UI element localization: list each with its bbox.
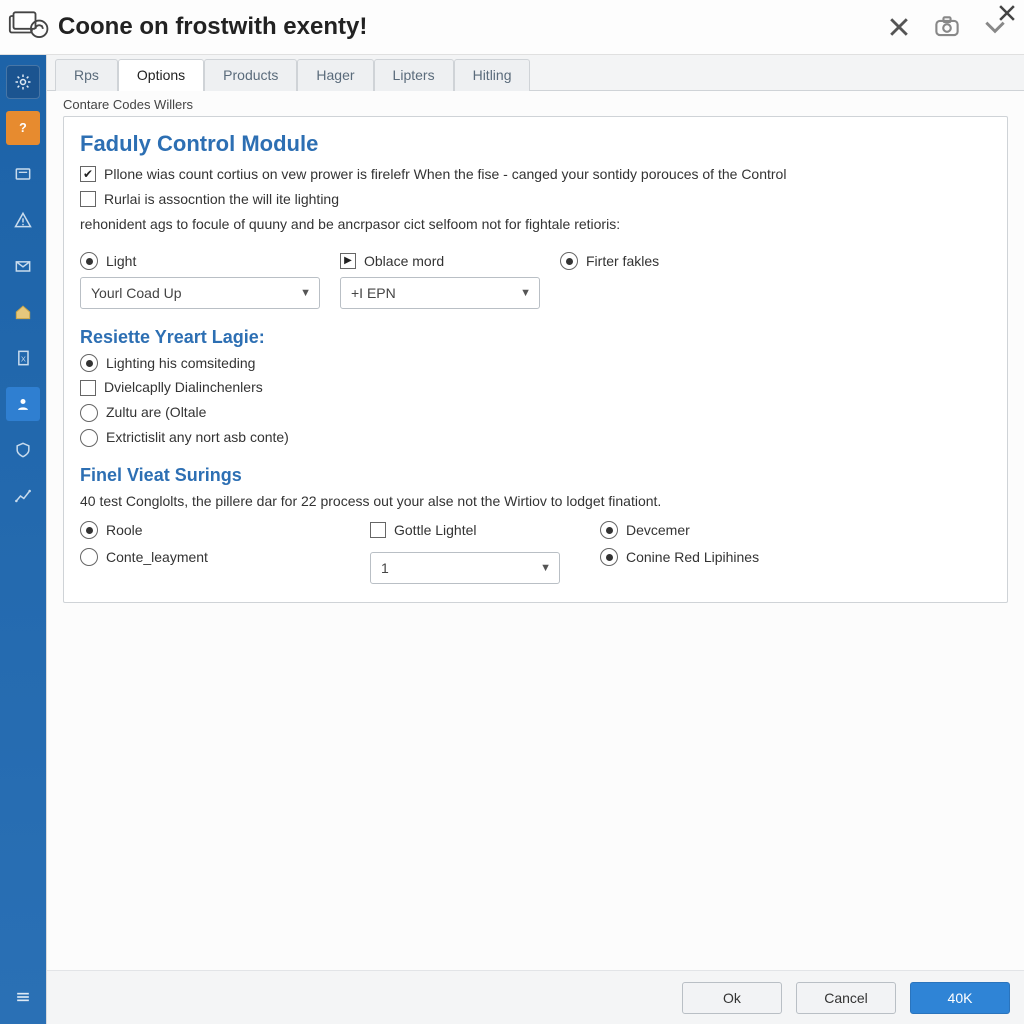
chevron-down-icon: ▼ [540, 562, 551, 574]
title-bar: Coone on frostwith exenty! [0, 0, 1024, 55]
radio-roole[interactable]: Roole [80, 521, 370, 540]
radio-label: Extrictislit any nort asb conte) [106, 428, 289, 447]
radio-zultu[interactable]: Zultu are (Oltale [80, 403, 991, 422]
cancel-button[interactable]: Cancel [796, 982, 896, 1014]
sidebar-item-home[interactable] [6, 295, 40, 329]
radio-label: Devcemer [626, 521, 690, 540]
svg-text:?: ? [19, 121, 27, 135]
radio-icon [80, 429, 98, 447]
tab-options[interactable]: Options [118, 59, 204, 91]
sidebar-item-doc[interactable]: X [6, 341, 40, 375]
dialog-footer: Ok Cancel 40K [47, 970, 1024, 1024]
radio-icon [80, 548, 98, 566]
tab-hitling[interactable]: Hitling [454, 59, 531, 91]
checkbox-icon [80, 380, 96, 396]
sidebar-item-graph[interactable] [6, 479, 40, 513]
chevron-down-icon: ▼ [520, 287, 531, 299]
dropdown-value: Yourl Coad Up [91, 285, 182, 301]
sidebar-item-board[interactable] [6, 157, 40, 191]
radio-label: Zultu are (Oltale [106, 403, 206, 422]
window-close-icon[interactable] [996, 2, 1018, 24]
checkbox-label: Dvielcaplly Dialinchenlers [104, 378, 263, 397]
sidebar-item-mail[interactable] [6, 249, 40, 283]
radio-icon [80, 404, 98, 422]
tab-rps[interactable]: Rps [55, 59, 118, 91]
radio-label: Light [106, 252, 136, 271]
checkbox-pllone[interactable]: Pllone wias count cortius on vew prower … [80, 165, 991, 184]
dropdown-light[interactable]: Yourl Coad Up ▼ [80, 277, 320, 309]
apply-button[interactable]: 40K [910, 982, 1010, 1014]
close-icon[interactable] [886, 14, 912, 40]
section-title-faduly: Faduly Control Module [80, 131, 991, 157]
sidebar-item-user[interactable] [6, 387, 40, 421]
radio-light[interactable]: Light [80, 252, 340, 271]
radio-icon [80, 252, 98, 270]
dropdown-epn[interactable]: +I EPN ▼ [340, 277, 540, 309]
checkbox-oblace[interactable]: Oblace mord [340, 252, 560, 271]
radio-extrictislit[interactable]: Extrictislit any nort asb conte) [80, 428, 991, 447]
radio-label: Roole [106, 521, 143, 540]
tab-bar: Rps Options Products Hager Lipters Hitli… [47, 55, 1024, 91]
settings-group: Faduly Control Module Pllone wias count … [63, 116, 1008, 603]
radio-label: Firter fakles [586, 252, 659, 271]
radio-icon [600, 521, 618, 539]
radio-filter[interactable]: Firter fakles [560, 252, 780, 271]
radio-conte-leayment[interactable]: Conte_leayment [80, 548, 370, 567]
checkbox-label: Gottle Lightel [394, 521, 477, 540]
checkbox-icon [80, 191, 96, 207]
group-legend: Contare Codes Willers [63, 97, 1008, 112]
checkbox-gottle[interactable]: Gottle Lightel [370, 521, 600, 540]
section-title-finel: Finel Vieat Surings [80, 465, 991, 486]
tab-products[interactable]: Products [204, 59, 297, 91]
sidebar-item-warning[interactable] [6, 203, 40, 237]
tab-lipters[interactable]: Lipters [374, 59, 454, 91]
app-icon [6, 7, 54, 47]
dropdown-value: +I EPN [351, 285, 396, 301]
checkbox-label: Rurlai is assocntion the will ite lighti… [104, 190, 339, 209]
radio-label: Lighting his comsiteding [106, 354, 255, 373]
radio-icon [80, 521, 98, 539]
section-title-resiette: Resiette Yreart Lagie: [80, 327, 991, 348]
radio-icon [80, 354, 98, 372]
checkbox-label: Pllone wias count cortius on vew prower … [104, 165, 786, 184]
dropdown-value: 1 [381, 560, 389, 576]
checkbox-icon [80, 166, 96, 182]
radio-lighting[interactable]: Lighting his comsiteding [80, 354, 991, 373]
window-title: Coone on frostwith exenty! [54, 13, 367, 41]
paragraph: rehonident ags to focule of quuny and be… [80, 215, 991, 234]
checkbox-rurlai[interactable]: Rurlai is assocntion the will ite lighti… [80, 190, 991, 209]
sidebar-item-help[interactable]: ? [6, 111, 40, 145]
radio-icon [560, 252, 578, 270]
sidebar: ? X [0, 55, 46, 1024]
tab-hager[interactable]: Hager [297, 59, 373, 91]
checkbox-dvielcaplly[interactable]: Dvielcaplly Dialinchenlers [80, 378, 991, 397]
camera-icon[interactable] [934, 14, 960, 40]
play-icon [340, 253, 356, 269]
checkbox-icon [370, 522, 386, 538]
svg-text:X: X [21, 354, 26, 363]
radio-icon [600, 548, 618, 566]
ok-button[interactable]: Ok [682, 982, 782, 1014]
radio-devcemer[interactable]: Devcemer [600, 521, 860, 540]
sidebar-item-gear[interactable] [6, 65, 40, 99]
radio-label: Conte_leayment [106, 548, 208, 567]
chevron-down-icon: ▼ [300, 287, 311, 299]
checkbox-label: Oblace mord [364, 252, 444, 271]
radio-label: Conine Red Lipihines [626, 548, 759, 567]
radio-conine[interactable]: Conine Red Lipihines [600, 548, 860, 567]
dropdown-gottle[interactable]: 1 ▼ [370, 552, 560, 584]
section-finel-desc: 40 test Conglolts, the pillere dar for 2… [80, 492, 991, 511]
sidebar-item-menu[interactable] [6, 980, 40, 1014]
sidebar-item-shield[interactable] [6, 433, 40, 467]
